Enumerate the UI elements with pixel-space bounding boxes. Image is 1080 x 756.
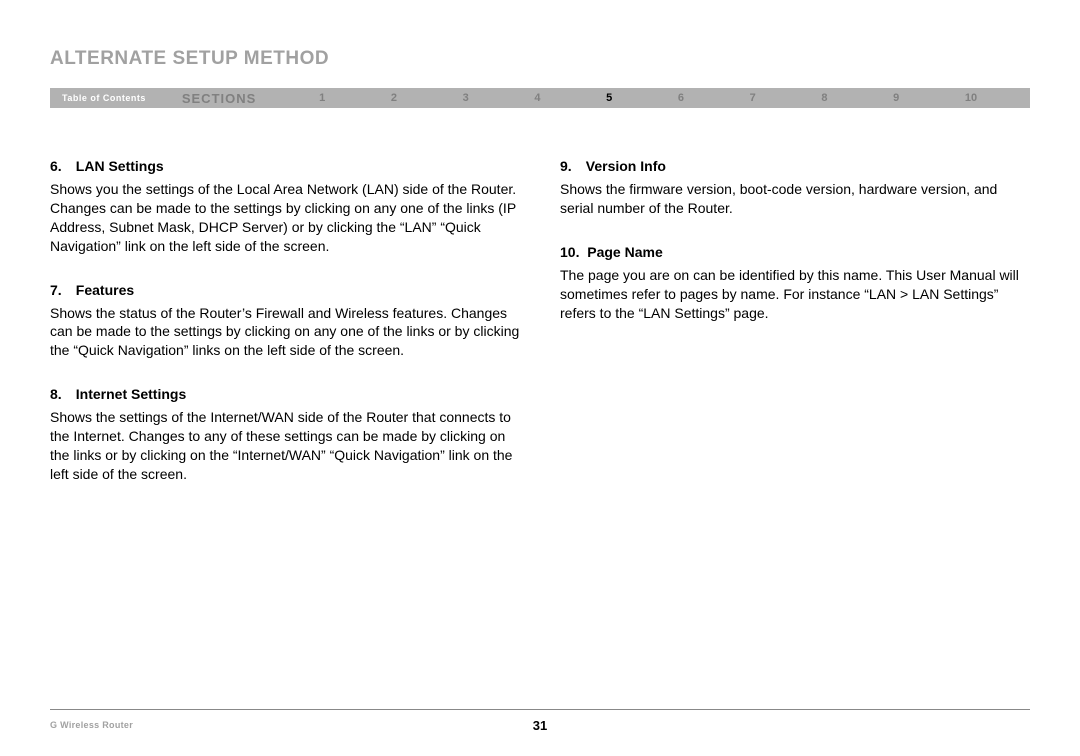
sections-list: 1 2 3 4 5 6 7 8 9 10 bbox=[256, 92, 1030, 104]
item-title: LAN Settings bbox=[76, 158, 164, 174]
item-body: Shows the settings of the Internet/WAN s… bbox=[50, 408, 520, 484]
page-number: 31 bbox=[533, 718, 547, 733]
section-navbar: Table of Contents SECTIONS 1 2 3 4 5 6 7… bbox=[50, 88, 1030, 108]
item-number: 7. bbox=[50, 282, 68, 298]
section-link-2[interactable]: 2 bbox=[391, 92, 397, 104]
content-item: 9. Version Info Shows the firmware versi… bbox=[560, 158, 1030, 218]
item-title: Page Name bbox=[587, 244, 662, 260]
item-heading: 8. Internet Settings bbox=[50, 386, 520, 402]
item-number: 8. bbox=[50, 386, 68, 402]
item-title: Features bbox=[76, 282, 134, 298]
item-heading: 7. Features bbox=[50, 282, 520, 298]
item-number: 6. bbox=[50, 158, 68, 174]
section-link-6[interactable]: 6 bbox=[678, 92, 684, 104]
footer-product-name: G Wireless Router bbox=[50, 720, 133, 730]
section-link-5[interactable]: 5 bbox=[606, 92, 612, 104]
section-link-8[interactable]: 8 bbox=[821, 92, 827, 104]
section-link-9[interactable]: 9 bbox=[893, 92, 899, 104]
content-area: 6. LAN Settings Shows you the settings o… bbox=[50, 158, 1030, 510]
item-body: Shows the firmware version, boot-code ve… bbox=[560, 180, 1030, 218]
item-body: Shows you the settings of the Local Area… bbox=[50, 180, 520, 256]
content-item: 8. Internet Settings Shows the settings … bbox=[50, 386, 520, 484]
section-link-1[interactable]: 1 bbox=[319, 92, 325, 104]
item-title: Internet Settings bbox=[76, 386, 186, 402]
content-item: 10. Page Name The page you are on can be… bbox=[560, 244, 1030, 323]
item-body: Shows the status of the Router’s Firewal… bbox=[50, 304, 520, 361]
section-link-3[interactable]: 3 bbox=[463, 92, 469, 104]
content-item: 6. LAN Settings Shows you the settings o… bbox=[50, 158, 520, 256]
item-body: The page you are on can be identified by… bbox=[560, 266, 1030, 323]
left-column: 6. LAN Settings Shows you the settings o… bbox=[50, 158, 520, 510]
section-link-4[interactable]: 4 bbox=[534, 92, 540, 104]
item-number: 10. bbox=[560, 244, 579, 260]
page-footer: G Wireless Router 31 bbox=[50, 709, 1030, 730]
section-link-7[interactable]: 7 bbox=[750, 92, 756, 104]
item-heading: 6. LAN Settings bbox=[50, 158, 520, 174]
section-link-10[interactable]: 10 bbox=[965, 92, 977, 104]
document-page: ALTERNATE SETUP METHOD Table of Contents… bbox=[0, 0, 1080, 510]
content-item: 7. Features Shows the status of the Rout… bbox=[50, 282, 520, 361]
item-number: 9. bbox=[560, 158, 578, 174]
right-column: 9. Version Info Shows the firmware versi… bbox=[560, 158, 1030, 510]
item-heading: 9. Version Info bbox=[560, 158, 1030, 174]
sections-label: SECTIONS bbox=[182, 91, 256, 106]
item-heading: 10. Page Name bbox=[560, 244, 1030, 260]
page-title: ALTERNATE SETUP METHOD bbox=[50, 48, 1030, 70]
item-title: Version Info bbox=[586, 158, 666, 174]
toc-link[interactable]: Table of Contents bbox=[50, 93, 146, 103]
